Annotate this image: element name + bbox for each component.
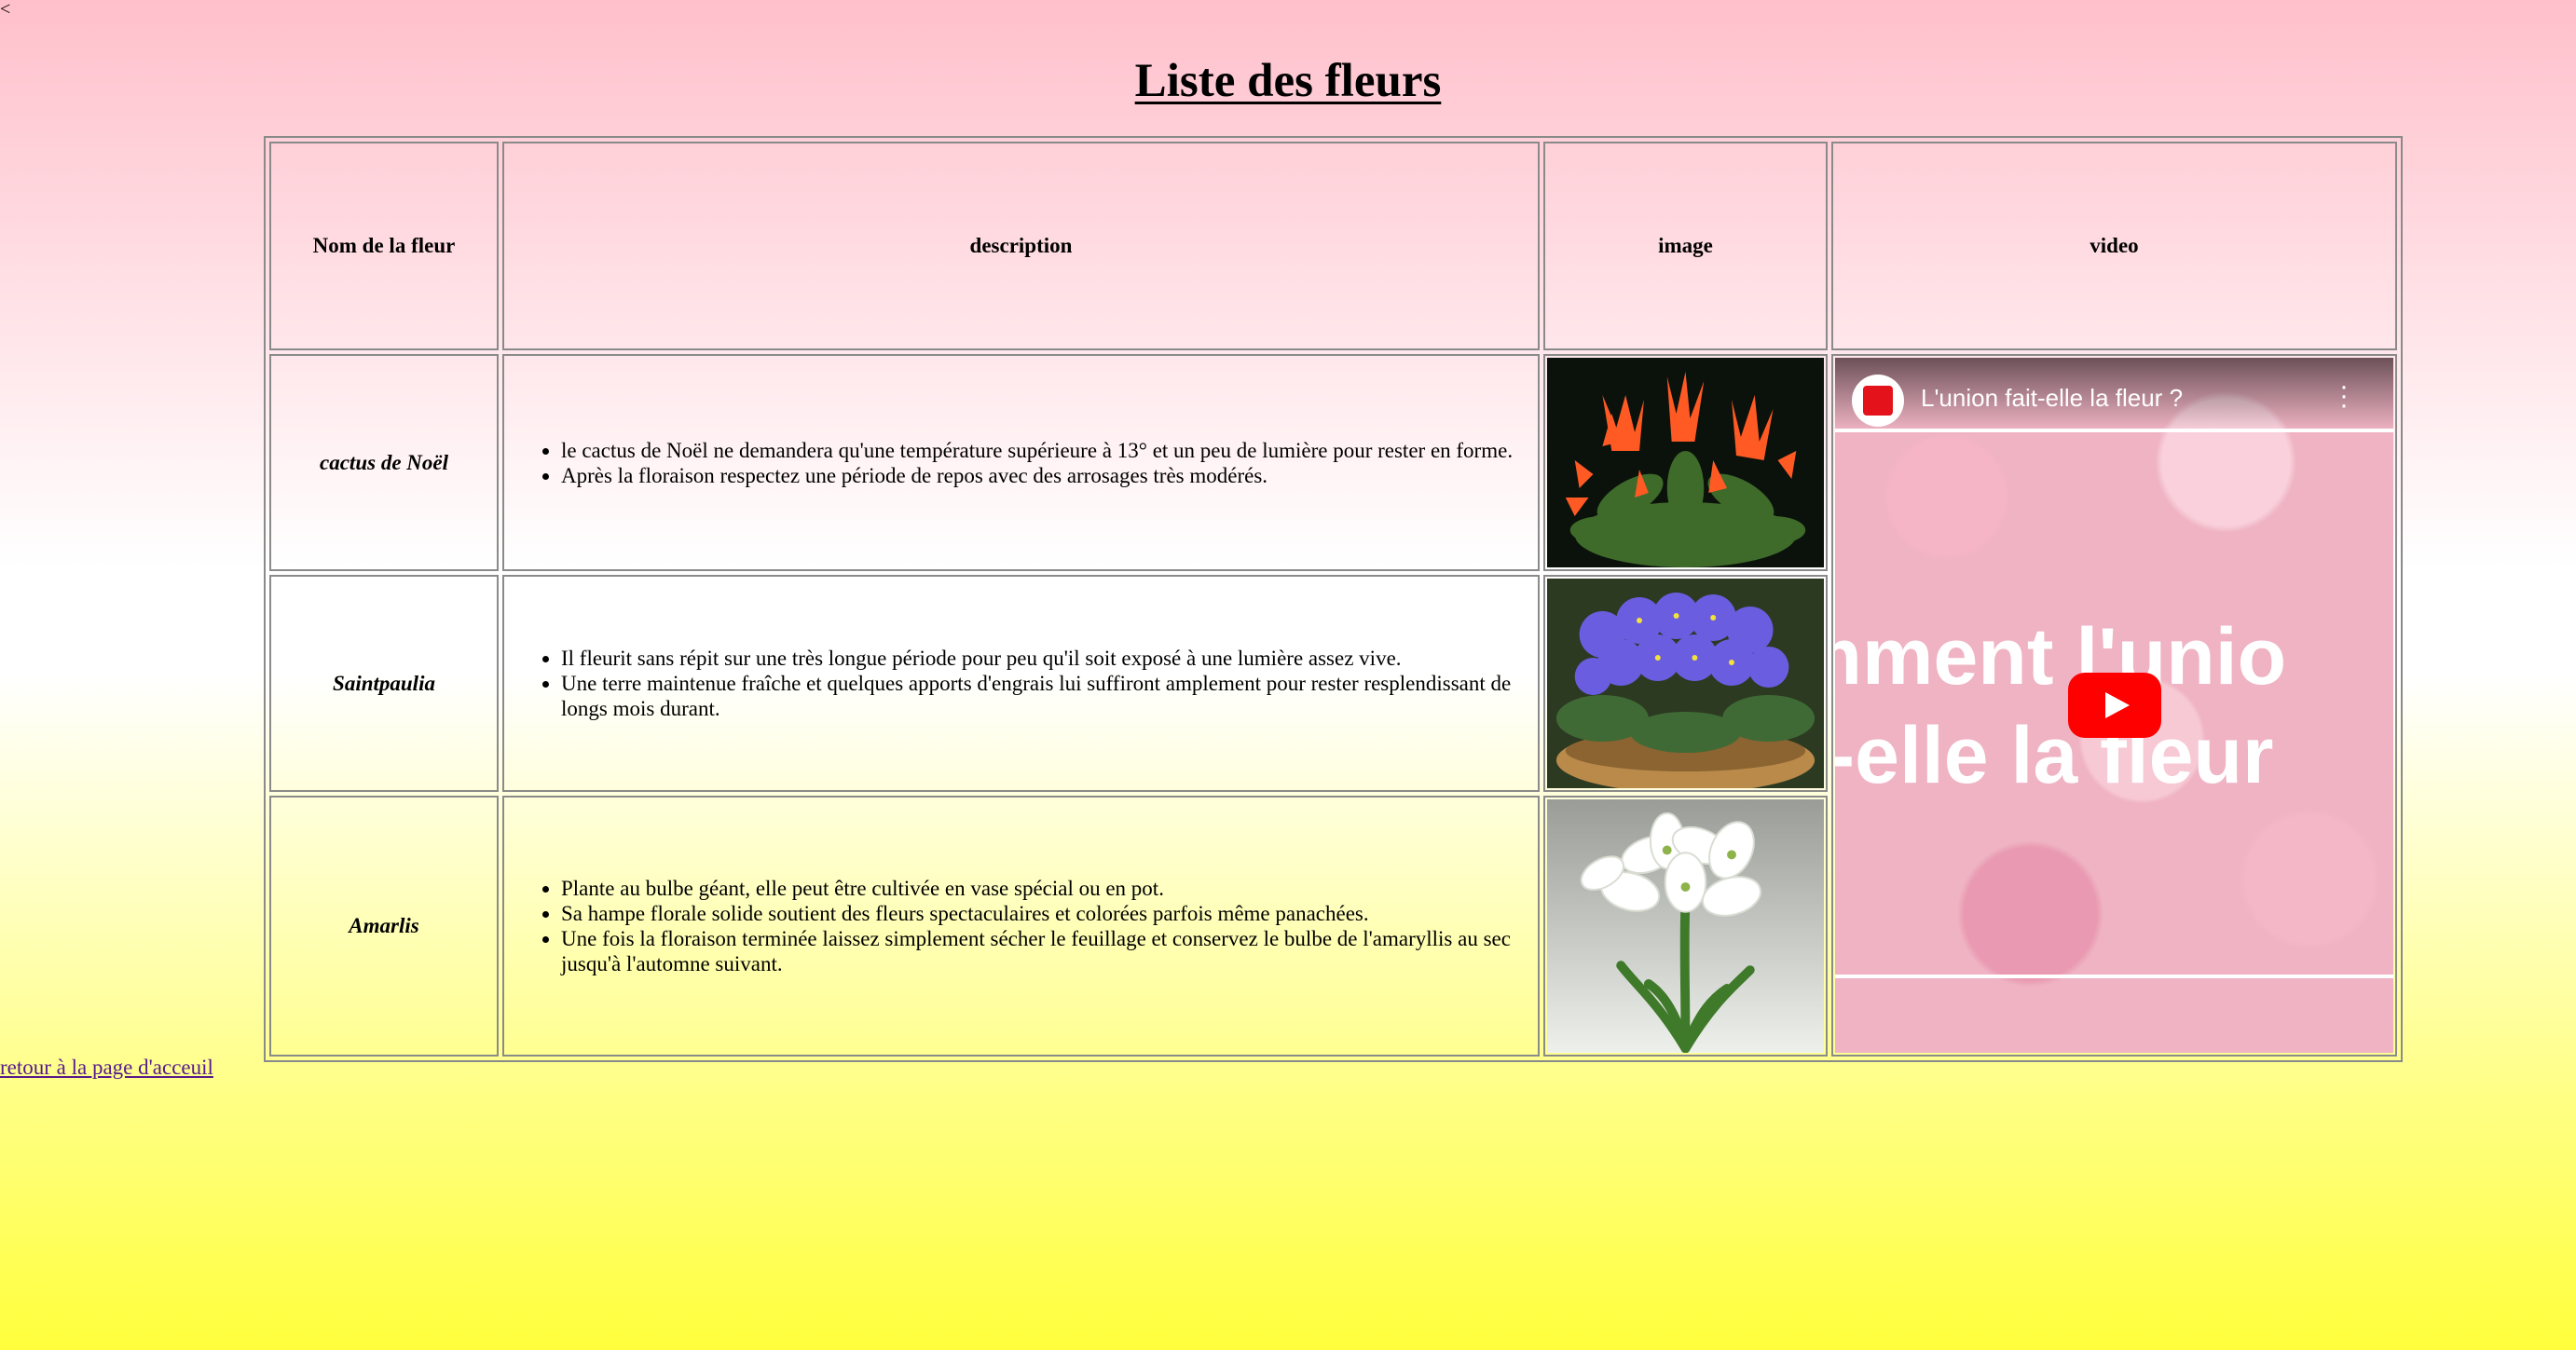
description-bullet: Il fleurit sans répit sur une très longu… — [561, 646, 1528, 671]
description-bullet: Sa hampe florale solide soutient des fle… — [561, 901, 1528, 926]
flower-description: Plante au bulbe géant, elle peut être cu… — [502, 796, 1540, 1057]
more-options-icon[interactable]: · · · — [2339, 373, 2349, 419]
back-to-home-link[interactable]: retour à la page d'acceuil — [0, 1056, 213, 1080]
table-row: cactus de Noël le cactus de Noël ne dema… — [269, 354, 2397, 1057]
video-cell: L'union fait-elle la fleur ? ··· omment … — [1831, 354, 2397, 1057]
play-icon[interactable] — [2067, 673, 2161, 739]
header-video: video — [1831, 142, 2397, 350]
channel-avatar-icon[interactable] — [1852, 375, 1904, 427]
video-divider — [1835, 429, 2393, 432]
description-bullet: le cactus de Noël ne demandera qu'une te… — [561, 438, 1528, 463]
description-bullet: Plante au bulbe géant, elle peut être cu… — [561, 876, 1528, 901]
african-violet-photo — [1547, 579, 1824, 788]
flower-description: le cactus de Noël ne demandera qu'une te… — [502, 354, 1540, 571]
description-bullet: Après la floraison respectez une période… — [561, 463, 1528, 488]
header-name: Nom de la fleur — [269, 142, 499, 350]
header-description: description — [502, 142, 1540, 350]
flowers-table: Nom de la fleur description image video … — [264, 136, 2403, 1063]
table-header-row: Nom de la fleur description image video — [269, 142, 2397, 350]
header-image: image — [1543, 142, 1828, 350]
video-divider — [1835, 975, 2393, 978]
flower-name: cactus de Noël — [269, 354, 499, 571]
flower-image-cell — [1543, 354, 1828, 571]
description-bullet: Une fois la floraison terminée laissez s… — [561, 926, 1528, 976]
flower-image-cell — [1543, 796, 1828, 1057]
embedded-video[interactable]: L'union fait-elle la fleur ? ··· omment … — [1835, 358, 2393, 1054]
flower-name: Saintpaulia — [269, 575, 499, 792]
flower-description: Il fleurit sans répit sur une très longu… — [502, 575, 1540, 792]
christmas-cactus-photo — [1547, 358, 1824, 567]
amaryllis-photo — [1547, 799, 1824, 1054]
stray-character: < — [0, 0, 11, 20]
description-bullet: Une terre maintenue fraîche et quelques … — [561, 671, 1528, 721]
flower-image-cell — [1543, 575, 1828, 792]
flower-name: Amarlis — [269, 796, 499, 1057]
page-title: Liste des fleurs — [1134, 55, 1442, 107]
video-title[interactable]: L'union fait-elle la fleur ? — [1921, 384, 2183, 413]
